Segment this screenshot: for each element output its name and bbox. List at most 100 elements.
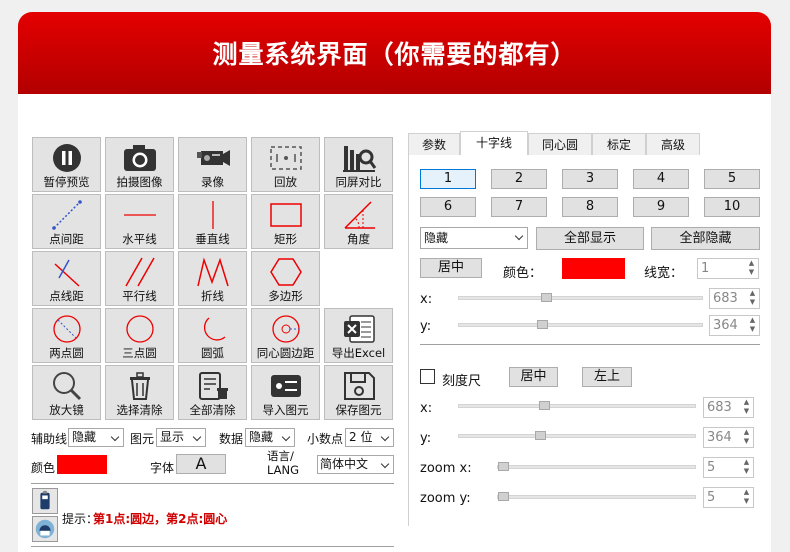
- tab-advanced[interactable]: 高级: [646, 133, 700, 157]
- pause-preview-button[interactable]: 暂停预览: [32, 137, 101, 192]
- import-elements-button[interactable]: 导入图元: [251, 365, 320, 420]
- zoom-x-slider[interactable]: [497, 462, 696, 471]
- spinner-arrows-icon[interactable]: ▲ ▼: [746, 316, 759, 335]
- ruler-y-slider[interactable]: [458, 431, 696, 440]
- slider-thumb[interactable]: [539, 401, 550, 410]
- rectangle-button[interactable]: 矩形: [251, 194, 320, 249]
- slider-thumb[interactable]: [498, 492, 509, 501]
- horizontal-line-icon: [123, 214, 156, 216]
- video-camera-icon: [196, 150, 230, 166]
- polyline-icon: [196, 257, 229, 287]
- playback-button[interactable]: 回放: [251, 137, 320, 192]
- decimal-label: 小数点: [307, 432, 344, 446]
- crosshair-6-button[interactable]: 6: [420, 197, 476, 217]
- ruler-checkbox[interactable]: [420, 369, 435, 384]
- spinner-arrows-icon[interactable]: ▲ ▼: [740, 398, 753, 417]
- slider-thumb[interactable]: [498, 462, 509, 471]
- ruler-x-slider[interactable]: [458, 401, 696, 410]
- three-point-circle-button[interactable]: 三点圆: [105, 308, 174, 363]
- record-button[interactable]: 录像: [178, 137, 247, 192]
- spinner-arrows-icon[interactable]: ▲ ▼: [745, 259, 758, 278]
- ruler-center-button[interactable]: 居中: [509, 367, 558, 387]
- crosshair-9-button[interactable]: 9: [633, 197, 689, 217]
- zoom-y-value: 5: [707, 490, 716, 505]
- decimal-select[interactable]: 2 位: [345, 428, 394, 447]
- two-point-circle-button[interactable]: 两点圆: [32, 308, 101, 363]
- crosshair-2-button[interactable]: 2: [491, 169, 547, 189]
- export-excel-button[interactable]: 导出Excel: [324, 308, 393, 363]
- vertical-line-icon: [211, 201, 214, 229]
- crosshair-3-button[interactable]: 3: [562, 169, 618, 189]
- page-title: 测量系统界面（你需要的都有）: [212, 40, 577, 69]
- point-distance-button[interactable]: 点间距: [32, 194, 101, 249]
- ruler-y-spinner[interactable]: 364 ▲ ▼: [703, 427, 754, 448]
- crosshair-mode-select[interactable]: 隐藏: [420, 227, 528, 249]
- slider-thumb[interactable]: [537, 320, 548, 329]
- vertical-line-button[interactable]: 垂直线: [178, 194, 247, 249]
- save-elements-button[interactable]: 保存图元: [324, 365, 393, 420]
- element-select[interactable]: 显示: [156, 428, 206, 447]
- zoom-y-slider[interactable]: [497, 492, 696, 501]
- concentric-distance-button[interactable]: 同心圆边距: [251, 308, 320, 363]
- spinner-arrows-icon[interactable]: ▲ ▼: [740, 488, 753, 507]
- crosshair-10-button[interactable]: 10: [704, 197, 760, 217]
- compare-button[interactable]: 同屏对比: [324, 137, 393, 192]
- spinner-arrows-icon[interactable]: ▲ ▼: [740, 458, 753, 477]
- show-all-button[interactable]: 全部显示: [536, 227, 644, 250]
- language-select[interactable]: 简体中文: [317, 455, 394, 474]
- usb-drive-icon: [40, 490, 50, 510]
- tab-calibration[interactable]: 标定: [592, 133, 646, 157]
- font-button[interactable]: A: [176, 454, 226, 474]
- crosshair-x-slider[interactable]: [458, 293, 703, 302]
- polygon-button[interactable]: 多边形: [251, 251, 320, 306]
- zoom-y-spinner[interactable]: 5 ▲ ▼: [703, 487, 754, 508]
- tab-params[interactable]: 参数: [408, 133, 460, 157]
- ruler-top-left-button[interactable]: 左上: [582, 367, 632, 387]
- crosshair-y-spinner[interactable]: 364 ▲ ▼: [709, 315, 760, 336]
- capture-image-button[interactable]: 拍摄图像: [105, 137, 174, 192]
- zoom-x-spinner[interactable]: 5 ▲ ▼: [703, 457, 754, 478]
- crosshair-8-button[interactable]: 8: [562, 197, 618, 217]
- clear-all-icon: [198, 372, 228, 400]
- crosshair-4-button[interactable]: 4: [633, 169, 689, 189]
- crosshair-color-swatch[interactable]: [562, 258, 625, 279]
- angle-button[interactable]: 角度: [324, 194, 393, 249]
- tool-label: 全部清除: [189, 403, 236, 417]
- tab-crosshair[interactable]: 十字线: [460, 131, 528, 157]
- tool-label: 点间距: [49, 232, 84, 246]
- crosshair-center-button[interactable]: 居中: [420, 258, 482, 278]
- horizontal-line-button[interactable]: 水平线: [105, 194, 174, 249]
- crosshair-x-spinner[interactable]: 683 ▲ ▼: [709, 288, 760, 309]
- crosshair-y-slider[interactable]: [458, 320, 703, 329]
- polyline-button[interactable]: 折线: [178, 251, 247, 306]
- ruler-x-spinner[interactable]: 683 ▲ ▼: [703, 397, 754, 418]
- tool-label: 点线距: [49, 289, 84, 303]
- hide-all-button[interactable]: 全部隐藏: [651, 227, 760, 250]
- data-select[interactable]: 隐藏: [245, 428, 295, 447]
- point-line-distance-button[interactable]: 点线距: [32, 251, 101, 306]
- magnifier-button[interactable]: 放大镜: [32, 365, 101, 420]
- crosshair-color-label: 颜色：: [503, 266, 543, 281]
- slider-thumb[interactable]: [535, 431, 546, 440]
- arc-button[interactable]: 圆弧: [178, 308, 247, 363]
- crosshair-x-value: 683: [713, 291, 738, 306]
- color-swatch[interactable]: [57, 455, 107, 474]
- element-label: 图元: [130, 432, 155, 446]
- line-width-spinner[interactable]: 1 ▲ ▼: [697, 258, 759, 279]
- spinner-arrows-icon[interactable]: ▲ ▼: [746, 289, 759, 308]
- parallel-lines-button[interactable]: 平行线: [105, 251, 174, 306]
- tab-concentric[interactable]: 同心圆: [528, 133, 592, 157]
- divider: [31, 483, 394, 484]
- crosshair-7-button[interactable]: 7: [491, 197, 547, 217]
- zoom-x-value: 5: [707, 460, 716, 475]
- spinner-arrows-icon[interactable]: ▲ ▼: [740, 428, 753, 447]
- aux-line-label: 辅助线: [31, 432, 68, 446]
- aux-line-select[interactable]: 隐藏: [68, 428, 124, 447]
- crosshair-1-button[interactable]: 1: [420, 169, 476, 189]
- tool-label: 三点圆: [122, 346, 157, 360]
- select-clear-button[interactable]: 选择清除: [105, 365, 174, 420]
- clear-all-button[interactable]: 全部清除: [178, 365, 247, 420]
- crosshair-5-button[interactable]: 5: [704, 169, 760, 189]
- slider-thumb[interactable]: [541, 293, 552, 302]
- trash-icon: [129, 372, 150, 400]
